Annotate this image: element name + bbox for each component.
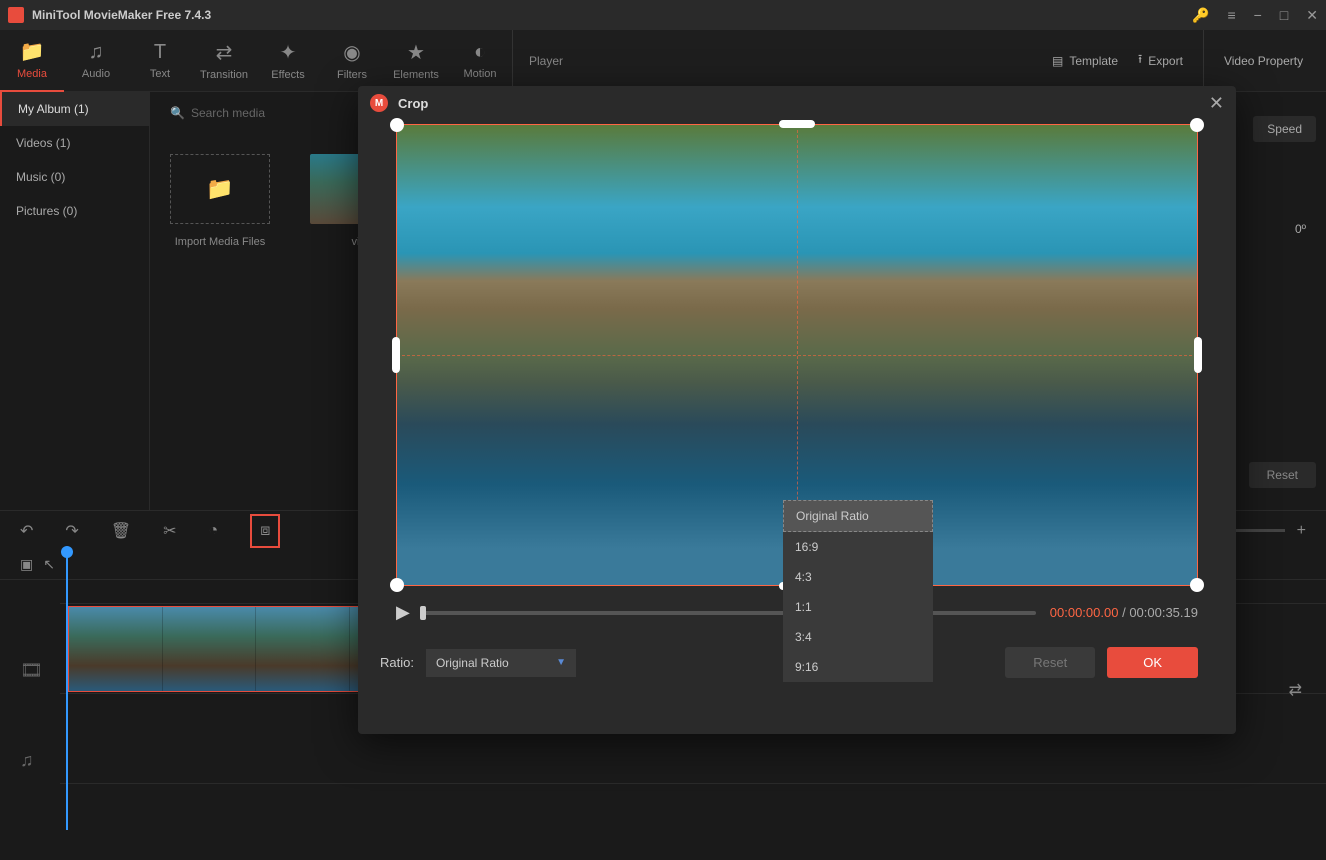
folder-icon: 📁 xyxy=(20,39,45,64)
tool-effects[interactable]: ✦ Effects xyxy=(256,30,320,92)
dialog-app-icon: M xyxy=(370,94,388,112)
dialog-close-button[interactable]: ✕ xyxy=(1209,93,1224,114)
ratio-option-1-1[interactable]: 1:1 xyxy=(783,592,933,622)
tool-elements[interactable]: ★ Elements xyxy=(384,30,448,92)
crop-handle-top-right[interactable] xyxy=(1190,118,1204,132)
crop-reset-button[interactable]: Reset xyxy=(1005,647,1095,678)
speed-icon[interactable]: ◔ xyxy=(209,522,219,540)
time-display: 00:00:00.00 / 00:00:35.19 xyxy=(1050,605,1198,620)
motion-icon: ◐ xyxy=(474,41,486,64)
ratio-option-original[interactable]: Original Ratio xyxy=(783,500,933,532)
tool-audio[interactable]: ♫ Audio xyxy=(64,30,128,92)
sidebar-item-pictures[interactable]: Pictures (0) xyxy=(0,194,149,228)
ratio-select[interactable]: Original Ratio ▼ xyxy=(426,649,576,677)
titlebar: MiniTool MovieMaker Free 7.4.3 🔑 ≡ − □ ✕ xyxy=(0,0,1326,30)
crop-handle-top-mid[interactable] xyxy=(779,120,815,128)
reset-button[interactable]: Reset xyxy=(1249,462,1316,488)
effects-icon: ✦ xyxy=(280,40,297,65)
crop-dialog: M Crop ✕ ▶ 00:00:00.00 / 00:00:35.19 xyxy=(358,86,1236,734)
crop-dialog-title: Crop xyxy=(398,96,1209,111)
close-button[interactable]: ✕ xyxy=(1306,7,1318,24)
search-input[interactable]: Search media xyxy=(191,106,265,120)
app-icon xyxy=(8,7,24,23)
sidebar-item-videos[interactable]: Videos (1) xyxy=(0,126,149,160)
tool-text-label: Text xyxy=(150,68,170,80)
tool-effects-label: Effects xyxy=(271,69,304,81)
tool-media[interactable]: 📁 Media xyxy=(0,30,64,92)
search-icon: 🔍 xyxy=(170,106,185,120)
sidebar-item-music[interactable]: Music (0) xyxy=(0,160,149,194)
tool-text[interactable]: T Text xyxy=(128,30,192,92)
ratio-option-3-4[interactable]: 3:4 xyxy=(783,622,933,652)
crop-ok-button[interactable]: OK xyxy=(1107,647,1198,678)
filters-icon: ◉ xyxy=(343,40,360,65)
crop-handle-top-left[interactable] xyxy=(390,118,404,132)
tool-filters[interactable]: ◉ Filters xyxy=(320,30,384,92)
playhead[interactable] xyxy=(66,550,68,830)
maximize-button[interactable]: □ xyxy=(1280,7,1288,23)
menu-icon[interactable]: ≡ xyxy=(1227,7,1235,23)
ratio-select-value: Original Ratio xyxy=(436,656,509,670)
crop-handle-right-mid[interactable] xyxy=(1194,337,1202,373)
crop-handle-bottom-right[interactable] xyxy=(1190,578,1204,592)
delete-icon[interactable]: 🗑 xyxy=(111,521,131,541)
tool-transition-label: Transition xyxy=(200,69,248,81)
speed-tab[interactable]: Speed xyxy=(1253,116,1316,142)
redo-icon[interactable]: ↷ xyxy=(65,521,78,541)
tool-filters-label: Filters xyxy=(337,69,367,81)
crop-tool-button[interactable]: ⧈ xyxy=(250,514,280,548)
video-property-label: Video Property xyxy=(1203,30,1323,91)
template-button[interactable]: ▤Template xyxy=(1052,50,1118,71)
undo-icon[interactable]: ↶ xyxy=(20,521,33,541)
main-toolbar: 📁 Media ♫ Audio T Text ⇄ Transition ✦ Effects… xyxy=(0,30,1326,92)
film-icon: 🎞 xyxy=(20,660,43,681)
ratio-option-4-3[interactable]: 4:3 xyxy=(783,562,933,592)
export-button[interactable]: ⭱Export xyxy=(1138,50,1183,71)
import-label: Import Media Files xyxy=(170,236,270,248)
minimize-button[interactable]: − xyxy=(1254,7,1262,23)
crop-handle-bottom-left[interactable] xyxy=(390,578,404,592)
tool-transition[interactable]: ⇄ Transition xyxy=(192,30,256,92)
import-media-button[interactable]: 📁 xyxy=(170,154,270,224)
ratio-dropdown-menu: Original Ratio 16:9 4:3 1:1 3:4 9:16 xyxy=(783,500,933,682)
time-total: 00:00:35.19 xyxy=(1129,605,1198,620)
elements-icon: ★ xyxy=(407,40,425,65)
music-icon: ♫ xyxy=(89,41,104,64)
ratio-option-16-9[interactable]: 16:9 xyxy=(783,532,933,562)
app-title: MiniTool MovieMaker Free 7.4.3 xyxy=(32,8,1192,22)
music-icon: ♫ xyxy=(20,750,34,771)
tool-elements-label: Elements xyxy=(393,69,439,81)
play-button[interactable]: ▶ xyxy=(396,602,410,623)
rotate-value: 0º xyxy=(1295,222,1306,236)
crop-handle-left-mid[interactable] xyxy=(392,337,400,373)
zoom-in-icon[interactable]: + xyxy=(1297,522,1306,540)
text-icon: T xyxy=(154,41,166,64)
chevron-down-icon: ▼ xyxy=(556,657,566,668)
key-icon[interactable]: 🔑 xyxy=(1192,7,1209,24)
player-label: Player xyxy=(512,30,1032,91)
split-icon[interactable]: ✂ xyxy=(163,521,176,541)
time-current: 00:00:00.00 xyxy=(1050,605,1119,620)
transition-icon: ⇄ xyxy=(216,40,233,65)
tool-media-label: Media xyxy=(17,68,47,80)
sidebar-item-myalbum[interactable]: My Album (1) xyxy=(0,92,149,126)
tool-motion[interactable]: ◐ Motion xyxy=(448,30,512,92)
tool-motion-label: Motion xyxy=(463,68,496,80)
crop-scrubber[interactable] xyxy=(424,611,1036,615)
swap-icon[interactable]: ⇄ xyxy=(1289,680,1302,700)
tool-audio-label: Audio xyxy=(82,68,110,80)
folder-icon: 📁 xyxy=(206,176,233,202)
scrubber-thumb[interactable] xyxy=(420,606,426,620)
template-icon: ▤ xyxy=(1052,54,1063,68)
sidebar: My Album (1) Videos (1) Music (0) Pictur… xyxy=(0,92,150,510)
ratio-label: Ratio: xyxy=(380,655,414,670)
ratio-option-9-16[interactable]: 9:16 xyxy=(783,652,933,682)
export-icon: ⭱ xyxy=(1138,50,1142,71)
